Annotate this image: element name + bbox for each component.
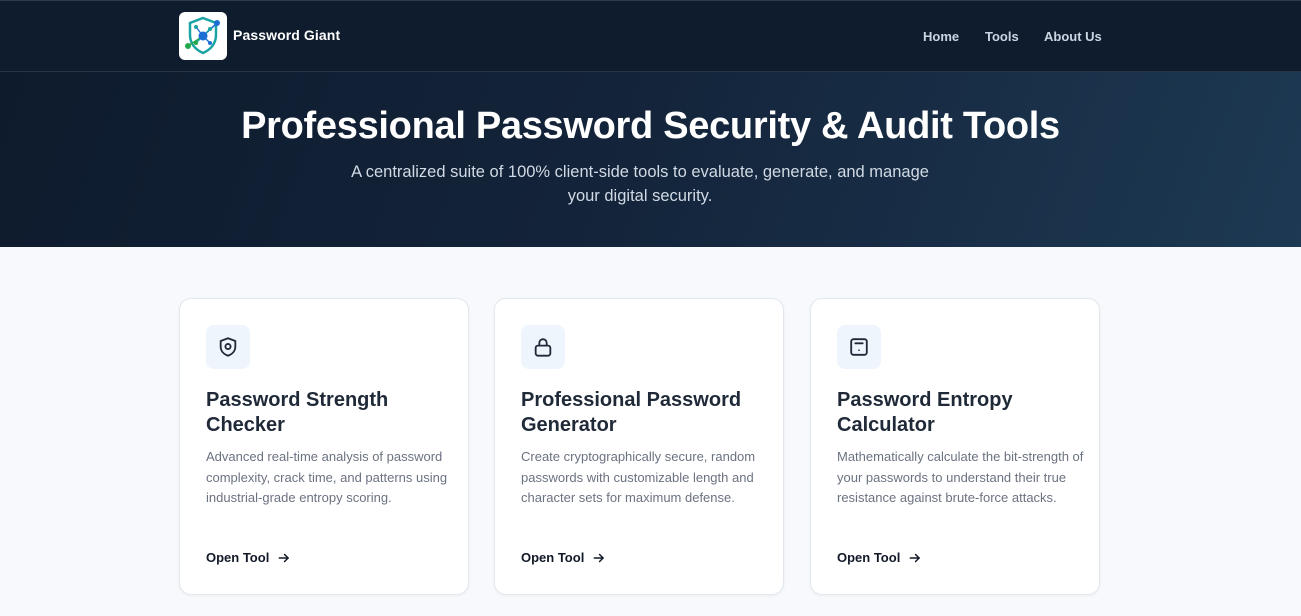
open-tool-label: Open Tool — [521, 550, 585, 565]
site-header: Password Giant Home Tools About Us — [0, 0, 1301, 72]
card-description: Create cryptographically secure, random … — [521, 449, 756, 505]
tool-card-password-generator[interactable]: Professional Password Generator Create c… — [494, 298, 784, 595]
nav-home[interactable]: Home — [923, 29, 959, 44]
nav-tools[interactable]: Tools — [985, 29, 1019, 44]
nav-about-us[interactable]: About Us — [1044, 29, 1102, 44]
hero-banner: Professional Password Security & Audit T… — [0, 72, 1301, 247]
brand-name[interactable]: Password Giant — [233, 27, 340, 43]
arrow-right-icon — [593, 553, 605, 562]
open-tool-label: Open Tool — [837, 550, 901, 565]
card-title: Password Entropy Calculator — [837, 389, 1013, 436]
card-title: Professional Password Generator — [521, 389, 742, 436]
calculator-icon — [837, 325, 881, 369]
shield-icon — [206, 325, 250, 369]
lock-icon — [521, 325, 565, 369]
hero-subtitle: A centralized suite of 100% client-side … — [351, 163, 929, 205]
arrow-right-icon — [909, 553, 921, 562]
shield-network-logo-icon[interactable] — [179, 12, 227, 60]
open-tool-label: Open Tool — [206, 550, 270, 565]
card-description: Mathematically calculate the bit-strengt… — [837, 449, 1084, 505]
open-tool-link[interactable]: Open Tool — [521, 550, 606, 565]
tool-card-entropy-calculator[interactable]: Password Entropy Calculator Mathematical… — [810, 298, 1100, 595]
card-description: Advanced real-time analysis of password … — [206, 449, 448, 505]
tool-card-strength-checker[interactable]: Password Strength Checker Advanced real-… — [179, 298, 469, 595]
hero-title: Professional Password Security & Audit T… — [241, 105, 1060, 147]
open-tool-link[interactable]: Open Tool — [206, 550, 291, 565]
arrow-right-icon — [278, 553, 290, 562]
card-title: Password Strength Checker — [206, 389, 389, 436]
open-tool-link[interactable]: Open Tool — [837, 550, 922, 565]
